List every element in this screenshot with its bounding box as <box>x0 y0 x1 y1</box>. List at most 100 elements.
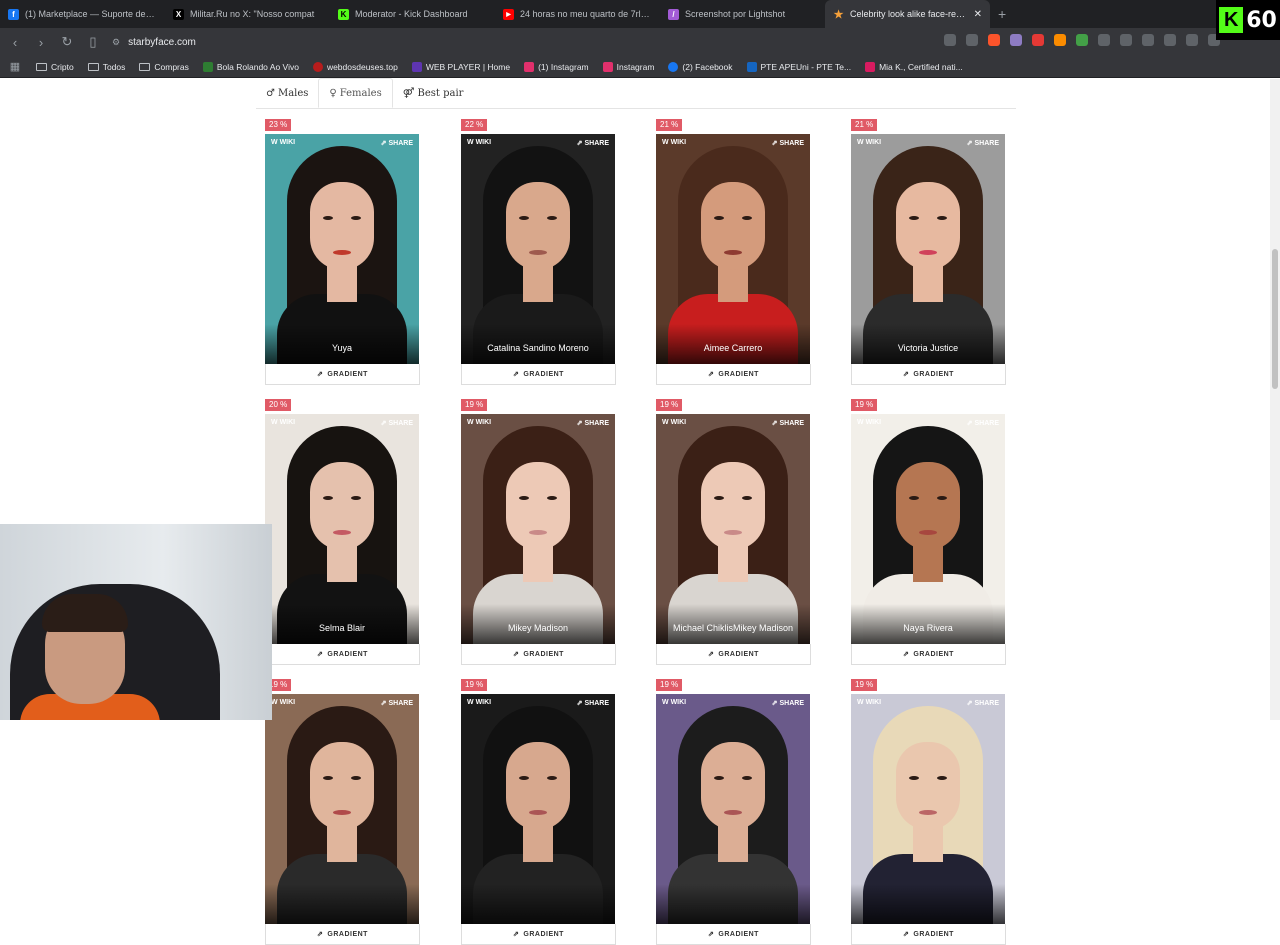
share-button[interactable]: ⇗ SHARE <box>381 699 413 707</box>
celebrity-card[interactable]: 20 % W WIKI ⇗ SHARE Selma Blair ⇗ GRADIENT <box>265 399 420 665</box>
celebrity-card[interactable]: 19 % W WIKI ⇗ SHARE ⇗ GRADIENT <box>656 679 811 945</box>
celebrity-card[interactable]: 22 % W WIKI ⇗ SHARE Catalina Sandino Moreno… <box>461 119 616 385</box>
celebrity-card[interactable]: 19 % W WIKI ⇗ SHARE ⇗ GRADIENT <box>461 679 616 945</box>
wiki-button[interactable]: W WIKI <box>271 699 295 706</box>
share-button[interactable]: ⇗ SHARE <box>967 699 999 707</box>
wiki-button[interactable]: W WIKI <box>662 139 686 146</box>
share-button[interactable]: ⇗ SHARE <box>381 139 413 147</box>
bookmark-item[interactable]: PTE APEUni - PTE Te... <box>746 61 851 72</box>
celebrity-photo[interactable]: W WIKI ⇗ SHARE <box>265 694 419 924</box>
wiki-button[interactable]: W WIKI <box>271 139 295 146</box>
share-button[interactable]: ⇗ SHARE <box>772 419 804 427</box>
bookmark-item[interactable]: Instagram <box>602 61 654 72</box>
bookmark-item[interactable]: webdosdeuses.top <box>312 61 398 72</box>
celebrity-photo[interactable]: W WIKI ⇗ SHARE <box>461 694 615 924</box>
share-button[interactable]: ⇗ SHARE <box>772 699 804 707</box>
tab-females[interactable]: ♀ Females <box>318 78 393 108</box>
wallet-icon[interactable] <box>1186 34 1198 46</box>
celebrity-photo[interactable]: W WIKI ⇗ SHARE <box>851 694 1005 924</box>
share-icon[interactable] <box>966 34 978 46</box>
puzzle-icon[interactable] <box>1098 34 1110 46</box>
bookmark-item[interactable]: (1) Instagram <box>524 61 589 72</box>
wiki-button[interactable]: W WIKI <box>467 139 491 146</box>
celebrity-card[interactable]: 19 % W WIKI ⇗ SHARE ⇗ GRADIENT <box>851 679 1006 945</box>
translate-icon[interactable] <box>944 34 956 46</box>
music-icon[interactable] <box>1142 34 1154 46</box>
share-button[interactable]: ⇗ SHARE <box>381 419 413 427</box>
wiki-button[interactable]: W WIKI <box>857 699 881 706</box>
celebrity-card[interactable]: 19 % W WIKI ⇗ SHARE Mikey Madison ⇗ GRADIENT <box>461 399 616 665</box>
browser-tab[interactable]: / Screenshot por Lightshot <box>660 0 825 28</box>
gradient-button[interactable]: ⇗ GRADIENT <box>265 364 420 385</box>
celebrity-photo[interactable]: W WIKI ⇗ SHARE Selma Blair <box>265 414 419 644</box>
tab-best-pair[interactable]: ⚤ Best pair <box>393 78 474 108</box>
share-button[interactable]: ⇗ SHARE <box>577 419 609 427</box>
bookmark-folder[interactable]: Compras <box>139 62 189 72</box>
celebrity-photo[interactable]: W WIKI ⇗ SHARE Naya Rivera <box>851 414 1005 644</box>
site-info-icon[interactable]: ⚙ <box>112 37 120 48</box>
share-button[interactable]: ⇗ SHARE <box>967 419 999 427</box>
wiki-button[interactable]: W WIKI <box>857 419 881 426</box>
tab-males[interactable]: ♂ Males <box>256 78 318 108</box>
celebrity-photo[interactable]: W WIKI ⇗ SHARE Catalina Sandino Moreno <box>461 134 615 364</box>
celebrity-card[interactable]: 21 % W WIKI ⇗ SHARE Aimee Carrero ⇗ GRADIENT <box>656 119 811 385</box>
extension-icon[interactable] <box>1054 34 1066 46</box>
bookmark-item[interactable]: WEB PLAYER | Home <box>411 61 510 72</box>
gradient-button[interactable]: ⇗ GRADIENT <box>851 644 1006 665</box>
new-tab-button[interactable]: + <box>998 6 1006 22</box>
celebrity-card[interactable]: 23 % W WIKI ⇗ SHARE Yuya ⇗ GRADIENT <box>265 119 420 385</box>
browser-tab[interactable]: ▶ 24 horas no meu quarto de 7rl na Ch <box>495 0 660 28</box>
gradient-button[interactable]: ⇗ GRADIENT <box>656 924 811 945</box>
browser-tab[interactable]: f (1) Marketplace — Suporte de celula <box>0 0 165 28</box>
wiki-button[interactable]: W WIKI <box>662 699 686 706</box>
wiki-button[interactable]: W WIKI <box>857 139 881 146</box>
scrollbar-thumb[interactable] <box>1272 249 1278 389</box>
gradient-button[interactable]: ⇗ GRADIENT <box>461 644 616 665</box>
celebrity-card[interactable]: 19 % W WIKI ⇗ SHARE Michael ChiklisMikey Ma… <box>656 399 811 665</box>
bookmark-item[interactable]: (2) Facebook <box>668 61 733 72</box>
gradient-button[interactable]: ⇗ GRADIENT <box>656 364 811 385</box>
gradient-button[interactable]: ⇗ GRADIENT <box>265 924 420 945</box>
bookmark-icon[interactable]: ▯ <box>86 34 100 50</box>
scrollbar[interactable] <box>1270 79 1280 720</box>
celebrity-photo[interactable]: W WIKI ⇗ SHARE Victoria Justice <box>851 134 1005 364</box>
bookmark-item[interactable]: Bola Rolando Ao Vivo <box>202 61 299 72</box>
wiki-button[interactable]: W WIKI <box>467 419 491 426</box>
celebrity-photo[interactable]: W WIKI ⇗ SHARE Michael ChiklisMikey Madiso… <box>656 414 810 644</box>
url-field[interactable]: ⚙ starbyface.com <box>112 37 196 48</box>
sidebar-icon[interactable] <box>1164 34 1176 46</box>
browser-tab[interactable]: K Moderator - Kick Dashboard <box>330 0 495 28</box>
browser-tab-active[interactable]: ★ Celebrity look alike face-recogni ✕ <box>825 0 990 28</box>
gradient-button[interactable]: ⇗ GRADIENT <box>851 364 1006 385</box>
browser-tab[interactable]: X Militar.Ru no X: "Nosso compat <box>165 0 330 28</box>
celebrity-photo[interactable]: W WIKI ⇗ SHARE Yuya <box>265 134 419 364</box>
extension-icon[interactable] <box>1032 34 1044 46</box>
gradient-button[interactable]: ⇗ GRADIENT <box>656 644 811 665</box>
share-button[interactable]: ⇗ SHARE <box>577 699 609 707</box>
extension-icon[interactable] <box>1010 34 1022 46</box>
celebrity-photo[interactable]: W WIKI ⇗ SHARE Mikey Madison <box>461 414 615 644</box>
wiki-button[interactable]: W WIKI <box>271 419 295 426</box>
celebrity-photo[interactable]: W WIKI ⇗ SHARE <box>656 694 810 924</box>
share-button[interactable]: ⇗ SHARE <box>577 139 609 147</box>
share-button[interactable]: ⇗ SHARE <box>772 139 804 147</box>
gradient-button[interactable]: ⇗ GRADIENT <box>265 644 420 665</box>
reload-icon[interactable]: ↻ <box>60 34 74 50</box>
bookmark-folder[interactable]: Todos <box>87 62 125 72</box>
close-tab-icon[interactable]: ✕ <box>974 9 982 20</box>
share-button[interactable]: ⇗ SHARE <box>967 139 999 147</box>
forward-icon[interactable]: › <box>34 35 48 50</box>
bookmark-item[interactable]: Mia K., Certified nati... <box>865 61 963 72</box>
wiki-button[interactable]: W WIKI <box>662 419 686 426</box>
celebrity-photo[interactable]: W WIKI ⇗ SHARE Aimee Carrero <box>656 134 810 364</box>
gradient-button[interactable]: ⇗ GRADIENT <box>461 924 616 945</box>
celebrity-card[interactable]: 21 % W WIKI ⇗ SHARE Victoria Justice ⇗ GRADIE… <box>851 119 1006 385</box>
gradient-button[interactable]: ⇗ GRADIENT <box>461 364 616 385</box>
extension-icon[interactable] <box>1076 34 1088 46</box>
screenshot-icon[interactable] <box>1120 34 1132 46</box>
bookmark-folder[interactable]: Cripto <box>36 62 74 72</box>
celebrity-card[interactable]: 19 % W WIKI ⇗ SHARE ⇗ GRADIENT <box>265 679 420 945</box>
celebrity-card[interactable]: 19 % W WIKI ⇗ SHARE Naya Rivera ⇗ GRADIENT <box>851 399 1006 665</box>
gradient-button[interactable]: ⇗ GRADIENT <box>851 924 1006 945</box>
apps-grid-icon[interactable]: ▦ <box>8 60 22 73</box>
